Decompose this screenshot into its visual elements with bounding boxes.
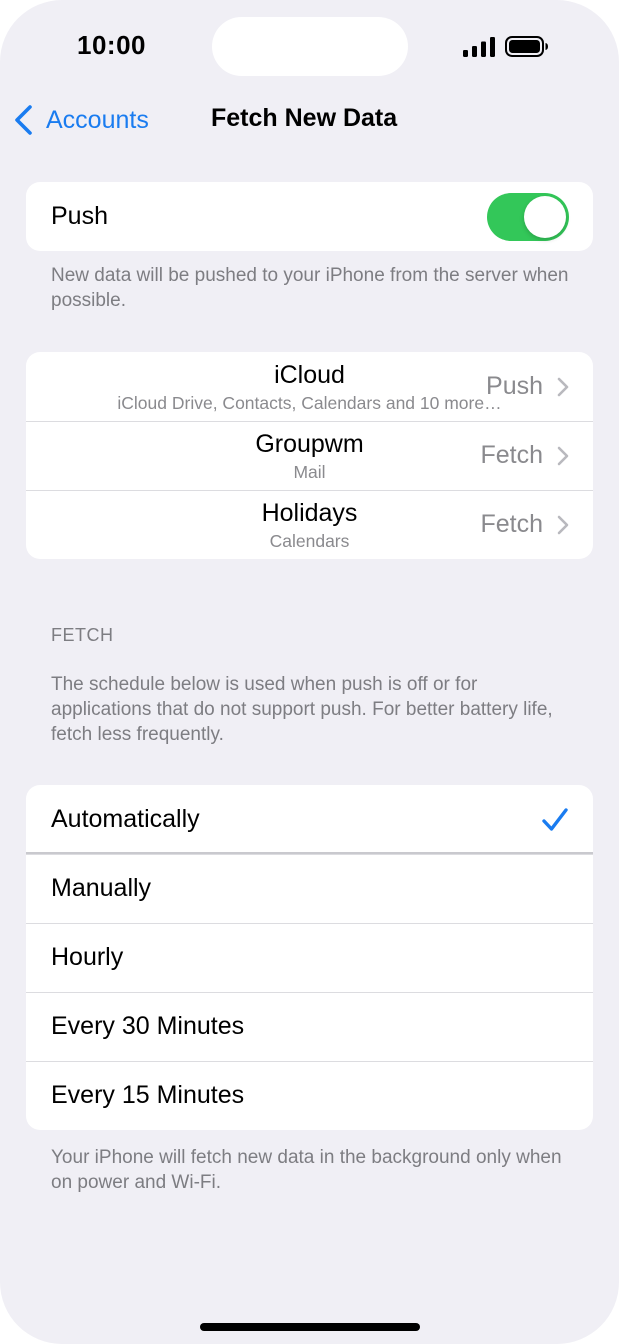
account-value-container: Push (486, 352, 569, 421)
fetch-description: The schedule below is used when push is … (51, 674, 553, 745)
dynamic-island (212, 17, 408, 76)
account-detail: iCloud Drive, Contacts, Calendars and 10… (117, 392, 502, 413)
account-value: Fetch (480, 510, 543, 538)
toggle-knob (524, 196, 566, 238)
account-name: Groupwm (255, 429, 364, 458)
accounts-group: iCloud iCloud Drive, Contacts, Calendars… (26, 352, 593, 559)
account-row-icloud[interactable]: iCloud iCloud Drive, Contacts, Calendars… (26, 352, 593, 421)
push-footer: New data will be pushed to your iPhone f… (51, 265, 569, 311)
account-value: Fetch (480, 441, 543, 469)
home-indicator[interactable] (200, 1323, 420, 1331)
fetch-option-label: Manually (51, 874, 152, 902)
account-row-holidays[interactable]: Holidays Calendars Fetch (26, 490, 593, 559)
push-row: Push (26, 182, 593, 251)
account-detail: Mail (293, 461, 326, 482)
phone-screen: 10:00 Accounts Fetch New Data Push New d… (0, 0, 619, 1344)
push-toggle[interactable] (487, 193, 569, 241)
fetch-options-group: Automatically Manually Hourly Every 30 M… (26, 785, 593, 1130)
fetch-option-automatically[interactable]: Automatically (26, 785, 593, 854)
account-value-container: Fetch (480, 421, 569, 490)
chevron-right-icon (557, 446, 569, 465)
account-row-groupwm[interactable]: Groupwm Mail Fetch (26, 421, 593, 490)
fetch-option-label: Every 30 Minutes (51, 1012, 245, 1040)
fetch-option-every-30-minutes[interactable]: Every 30 Minutes (26, 992, 593, 1061)
fetch-footer: Your iPhone will fetch new data in the b… (51, 1147, 562, 1193)
fetch-option-label: Automatically (51, 805, 200, 833)
account-value-container: Fetch (480, 490, 569, 559)
push-label: Push (51, 202, 108, 230)
account-name: iCloud (274, 360, 345, 389)
chevron-left-icon (15, 105, 32, 135)
fetch-option-every-15-minutes[interactable]: Every 15 Minutes (26, 1061, 593, 1130)
push-group: Push (26, 182, 593, 251)
fetch-section-header: FETCH (51, 625, 114, 645)
battery-icon (505, 36, 548, 57)
status-time: 10:00 (77, 30, 146, 60)
cellular-signal-icon (463, 37, 495, 57)
fetch-option-label: Every 15 Minutes (51, 1081, 245, 1109)
back-button-label: Accounts (46, 105, 149, 134)
chevron-right-icon (557, 377, 569, 396)
fetch-option-label: Hourly (51, 943, 124, 971)
back-button[interactable]: Accounts (10, 100, 149, 140)
checkmark-container (541, 785, 569, 854)
chevron-right-icon (557, 515, 569, 534)
checkmark-icon (542, 807, 568, 831)
fetch-option-hourly[interactable]: Hourly (26, 923, 593, 992)
account-name: Holidays (261, 498, 358, 527)
page-title: Fetch New Data (211, 104, 398, 132)
fetch-option-manually[interactable]: Manually (26, 854, 593, 923)
account-detail: Calendars (269, 530, 350, 551)
account-value: Push (486, 372, 543, 400)
